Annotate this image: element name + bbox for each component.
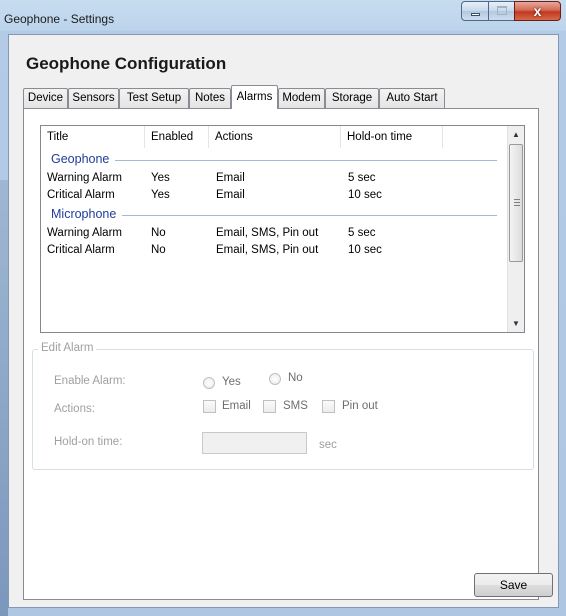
list-item[interactable]: Warning Alarm Yes Email 5 sec — [41, 170, 508, 187]
cell-actions: Email, SMS, Pin out — [216, 227, 319, 239]
cell-hold-on-time: 10 sec — [348, 244, 382, 256]
close-button[interactable]: x — [514, 1, 561, 21]
grip-line — [514, 199, 520, 200]
grip-line — [514, 202, 520, 203]
cell-enabled: No — [151, 244, 166, 256]
hold-on-time-label: Hold-on time: — [54, 436, 123, 448]
column-header-actions[interactable]: Actions — [209, 126, 341, 148]
cell-title: Warning Alarm — [47, 172, 122, 184]
scrollbar-thumb[interactable] — [509, 144, 523, 262]
group-label: Microphone — [51, 207, 123, 221]
column-header-hold-on-time[interactable]: Hold-on time — [341, 126, 443, 148]
title-bar[interactable]: Geophone - Settings x — [0, 0, 566, 34]
cell-enabled: No — [151, 227, 166, 239]
enable-alarm-label: Enable Alarm: — [54, 375, 126, 387]
pin-out-label: Pin out — [342, 400, 378, 412]
cell-title: Warning Alarm — [47, 227, 122, 239]
tab-storage[interactable]: Storage — [325, 88, 379, 108]
tab-auto-start[interactable]: Auto Start — [379, 88, 445, 108]
actions-label: Actions: — [54, 403, 95, 415]
scroll-up-icon[interactable]: ▲ — [508, 126, 524, 143]
alarms-tab-page: Title Enabled Actions Hold-on time Geoph… — [23, 108, 539, 600]
list-item[interactable]: Critical Alarm No Email, SMS, Pin out 10… — [41, 242, 508, 259]
pin-out-checkbox[interactable] — [322, 400, 335, 413]
window-client-area: Geophone Configuration Device Sensors Te… — [8, 34, 559, 608]
tab-device[interactable]: Device — [23, 88, 68, 108]
list-header: Title Enabled Actions Hold-on time — [41, 126, 508, 148]
cell-hold-on-time: 5 sec — [348, 172, 376, 184]
tab-notes[interactable]: Notes — [189, 88, 231, 108]
minimize-button[interactable] — [461, 1, 489, 21]
enable-yes-radio[interactable] — [203, 377, 215, 389]
maximize-button[interactable] — [488, 1, 515, 21]
desktop-background — [0, 180, 8, 616]
tab-alarms[interactable]: Alarms — [231, 85, 278, 109]
maximize-icon — [497, 6, 507, 15]
enable-no-radio[interactable] — [269, 373, 281, 385]
grip-line — [514, 205, 520, 206]
group-divider — [51, 160, 497, 161]
column-header-title[interactable]: Title — [41, 126, 145, 148]
cell-actions: Email — [216, 189, 245, 201]
cell-actions: Email, SMS, Pin out — [216, 244, 319, 256]
email-label: Email — [222, 400, 251, 412]
vertical-scrollbar[interactable]: ▲ ▼ — [507, 126, 524, 332]
list-item[interactable]: Warning Alarm No Email, SMS, Pin out 5 s… — [41, 225, 508, 242]
group-label: Geophone — [51, 152, 116, 166]
hold-on-time-input[interactable] — [202, 432, 307, 454]
cell-title: Critical Alarm — [47, 244, 115, 256]
edit-alarm-group: Edit Alarm Enable Alarm: Yes No Actions:… — [32, 342, 534, 470]
alarm-list-view[interactable]: Title Enabled Actions Hold-on time Geoph… — [40, 125, 525, 333]
save-button[interactable]: Save — [474, 573, 553, 597]
page-title: Geophone Configuration — [26, 54, 227, 73]
edit-alarm-legend: Edit Alarm — [38, 342, 97, 354]
list-item[interactable]: Critical Alarm Yes Email 10 sec — [41, 187, 508, 204]
tab-sensors[interactable]: Sensors — [68, 88, 119, 108]
cell-enabled: Yes — [151, 172, 170, 184]
close-icon: x — [533, 3, 542, 19]
minimize-icon — [471, 13, 480, 16]
tab-modem[interactable]: Modem — [278, 88, 325, 108]
cell-actions: Email — [216, 172, 245, 184]
tab-test-setup[interactable]: Test Setup — [119, 88, 189, 108]
enable-no-label: No — [288, 372, 303, 384]
group-header-geophone: Geophone — [51, 152, 497, 168]
cell-hold-on-time: 10 sec — [348, 189, 382, 201]
scroll-down-icon[interactable]: ▼ — [508, 315, 524, 332]
sec-unit-label: sec — [319, 439, 337, 451]
sms-label: SMS — [283, 400, 308, 412]
application-window: Geophone - Settings x Geophone Configura… — [0, 0, 566, 616]
sms-checkbox[interactable] — [263, 400, 276, 413]
cell-hold-on-time: 5 sec — [348, 227, 376, 239]
column-header-enabled[interactable]: Enabled — [145, 126, 209, 148]
cell-enabled: Yes — [151, 189, 170, 201]
window-title: Geophone - Settings — [4, 12, 115, 26]
enable-yes-label: Yes — [222, 376, 241, 388]
cell-title: Critical Alarm — [47, 189, 115, 201]
email-checkbox[interactable] — [203, 400, 216, 413]
group-header-microphone: Microphone — [51, 207, 497, 223]
